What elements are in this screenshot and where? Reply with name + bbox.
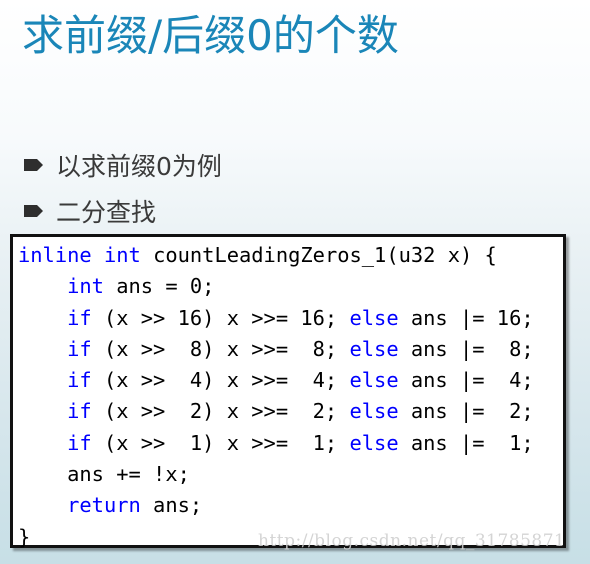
code-line: ans += !x; xyxy=(18,459,534,490)
code-keyword: inline xyxy=(18,243,92,267)
code-token: (x >> 16) x >>= 16; xyxy=(91,305,350,330)
code-keyword: else xyxy=(349,430,399,455)
code-keyword: if xyxy=(67,305,92,330)
code-keyword: else xyxy=(349,399,399,424)
code-token: } xyxy=(18,524,31,549)
code-line: if (x >> 8) x >>= 8; else ans |= 8; xyxy=(18,334,534,365)
code-token: (x >> 1) x >>= 1; xyxy=(91,430,350,455)
code-keyword: int xyxy=(67,274,104,299)
code-content: inline int countLeadingZeros_1(u32 x) { … xyxy=(18,240,534,553)
code-token: ans |= 16; xyxy=(398,305,534,330)
code-token: (x >> 2) x >>= 2; xyxy=(91,399,350,424)
code-token: countLeadingZeros_1(u32 x) { xyxy=(140,243,497,267)
code-keyword: return xyxy=(67,493,141,518)
arrow-bullet-icon xyxy=(24,158,44,172)
code-token: ans |= 8; xyxy=(398,336,534,361)
arrow-bullet-icon xyxy=(24,204,44,218)
watermark: http://blog.csdn.net/qq_31785871 xyxy=(258,531,566,551)
code-keyword: if xyxy=(67,368,92,393)
code-token: (x >> 4) x >>= 4; xyxy=(91,368,350,393)
bullet-text: 二分查找 xyxy=(56,198,157,227)
code-token: ans += !x; xyxy=(18,462,190,487)
code-line: return ans; xyxy=(18,490,534,521)
code-keyword: if xyxy=(67,336,92,361)
code-token: ans |= 4; xyxy=(398,368,534,393)
code-keyword: else xyxy=(349,305,399,330)
slide-title: 求前缀/后缀0的个数 xyxy=(22,11,399,60)
code-keyword: else xyxy=(349,336,399,361)
code-keyword: int xyxy=(103,243,141,267)
code-keyword: if xyxy=(67,399,92,424)
bullet-list: 以求前缀0为例 二分查找 xyxy=(24,142,222,234)
code-token: ans |= 1; xyxy=(398,430,534,455)
code-block: inline int countLeadingZeros_1(u32 x) { … xyxy=(10,234,566,549)
code-line: if (x >> 1) x >>= 1; else ans |= 1; xyxy=(18,428,534,459)
bullet-text: 以求前缀0为例 xyxy=(56,152,222,181)
code-token: (x >> 8) x >>= 8; xyxy=(91,336,350,361)
code-line: if (x >> 4) x >>= 4; else ans |= 4; xyxy=(18,365,534,396)
code-line: int ans = 0; xyxy=(18,271,534,302)
code-keyword: if xyxy=(67,430,92,455)
code-keyword: else xyxy=(349,368,399,393)
bullet-item: 以求前缀0为例 xyxy=(24,142,222,188)
code-line: inline int countLeadingZeros_1(u32 x) { xyxy=(18,240,534,271)
code-line: if (x >> 2) x >>= 2; else ans |= 2; xyxy=(18,396,534,427)
code-token: ans |= 2; xyxy=(398,399,534,424)
code-token: ans = 0; xyxy=(103,274,215,299)
code-line: if (x >> 16) x >>= 16; else ans |= 16; xyxy=(18,303,534,334)
bullet-item: 二分查找 xyxy=(24,188,222,234)
code-token: ans; xyxy=(140,493,203,518)
